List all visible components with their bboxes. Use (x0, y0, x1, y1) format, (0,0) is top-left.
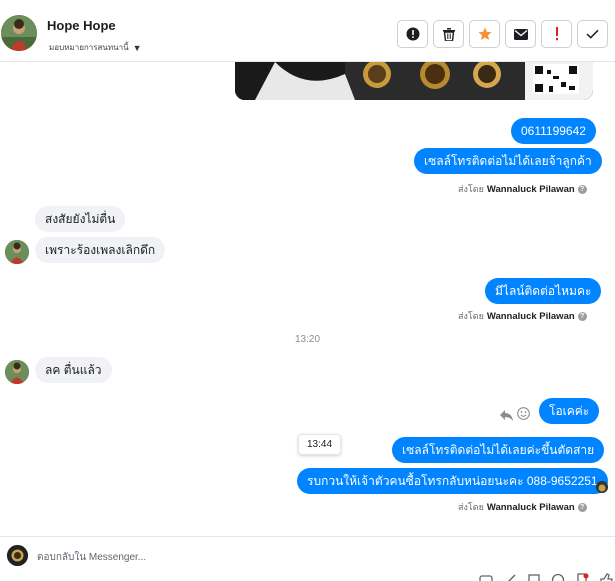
delete-button[interactable] (433, 20, 464, 48)
gif-icon[interactable] (527, 573, 541, 581)
help-icon[interactable]: ? (577, 311, 587, 321)
sent-by-label: ส่งโดย Wannaluck Pilawan ? (458, 500, 587, 514)
contact-avatar[interactable] (1, 15, 37, 51)
outgoing-message[interactable]: เซลล์โทรติดต่อไม่ได้เลยค่ะขึ้นตัดสาย (392, 437, 605, 463)
agent-name[interactable]: Wannaluck Pilawan (487, 311, 575, 322)
contact-name[interactable]: Hope Hope (47, 18, 116, 33)
message-thread: 0611199642 เซลล์โทรติดต่อไม่ได้เลยจ้าลูก… (0, 62, 615, 536)
sent-by-prefix: ส่งโดย (458, 184, 484, 194)
attachment-icon[interactable] (479, 573, 493, 581)
image-icon[interactable] (503, 573, 517, 581)
sent-by-prefix: ส่งโดย (458, 311, 484, 321)
outgoing-message[interactable]: เซลล์โทรติดต่อไม่ได้เลยจ้าลูกค้า (414, 148, 602, 174)
help-icon[interactable]: ? (577, 184, 587, 194)
star-icon (477, 27, 492, 40)
assign-conversation-dropdown[interactable]: มอบหมายการสนทนานี้ ▼ (49, 41, 142, 54)
emoji-icon[interactable] (517, 407, 530, 425)
trash-icon (442, 27, 455, 41)
time-tooltip: 13:44 (298, 434, 342, 455)
contact-avatar-small[interactable] (5, 240, 29, 264)
caret-down-icon: ▼ (132, 42, 142, 53)
agent-name[interactable]: Wannaluck Pilawan (487, 502, 575, 513)
sent-by-label: ส่งโดย Wannaluck Pilawan ? (458, 182, 587, 196)
agent-name[interactable]: Wannaluck Pilawan (487, 184, 575, 195)
sent-by-label: ส่งโดย Wannaluck Pilawan ? (458, 309, 587, 323)
outgoing-message[interactable]: 0611199642 (511, 118, 596, 144)
reply-icon[interactable] (500, 408, 513, 426)
check-icon (586, 29, 599, 39)
smiley-icon[interactable] (551, 573, 565, 581)
seen-avatar (596, 481, 608, 493)
star-button[interactable] (469, 20, 500, 48)
conversation-header: Hope Hope มอบหมายการสนทนานี้ ▼ (0, 0, 615, 62)
outgoing-message[interactable]: รบกวนให้เจ้าตัวคนซื้อโทรกลับหน่อยนะคะ 08… (297, 468, 608, 494)
incoming-message[interactable]: ลค ตื่นแล้ว (35, 357, 112, 383)
mark-important-button[interactable] (541, 20, 572, 48)
envelope-icon (513, 28, 528, 40)
timestamp: 13:20 (295, 334, 321, 345)
product-image-attachment[interactable] (235, 62, 593, 100)
saved-reply-icon[interactable] (575, 573, 589, 581)
reply-composer (0, 536, 615, 581)
help-icon[interactable]: ? (577, 502, 587, 512)
outgoing-message[interactable]: โอเคค่ะ (539, 398, 600, 424)
incoming-message[interactable]: สงสัยยังไม่ตื่น (35, 206, 126, 232)
incoming-message[interactable]: เพราะร้องเพลงเลิกดึก (35, 237, 166, 263)
thumbs-up-icon[interactable] (599, 573, 613, 581)
exclamation-icon (555, 27, 558, 41)
alert-circle-icon (406, 27, 419, 41)
mark-done-button[interactable] (577, 20, 608, 48)
contact-avatar-small[interactable] (5, 360, 29, 384)
reply-input[interactable] (37, 549, 437, 565)
mark-unread-button[interactable] (505, 20, 536, 48)
mark-spam-button[interactable] (397, 20, 428, 48)
header-actions (397, 20, 608, 48)
assign-conversation-label: มอบหมายการสนทนานี้ (49, 43, 129, 52)
outgoing-message[interactable]: มีไลน์ติดต่อไหมคะ (485, 278, 602, 304)
composer-tools (479, 573, 613, 581)
sent-by-prefix: ส่งโดย (458, 502, 484, 512)
page-avatar (7, 545, 28, 566)
